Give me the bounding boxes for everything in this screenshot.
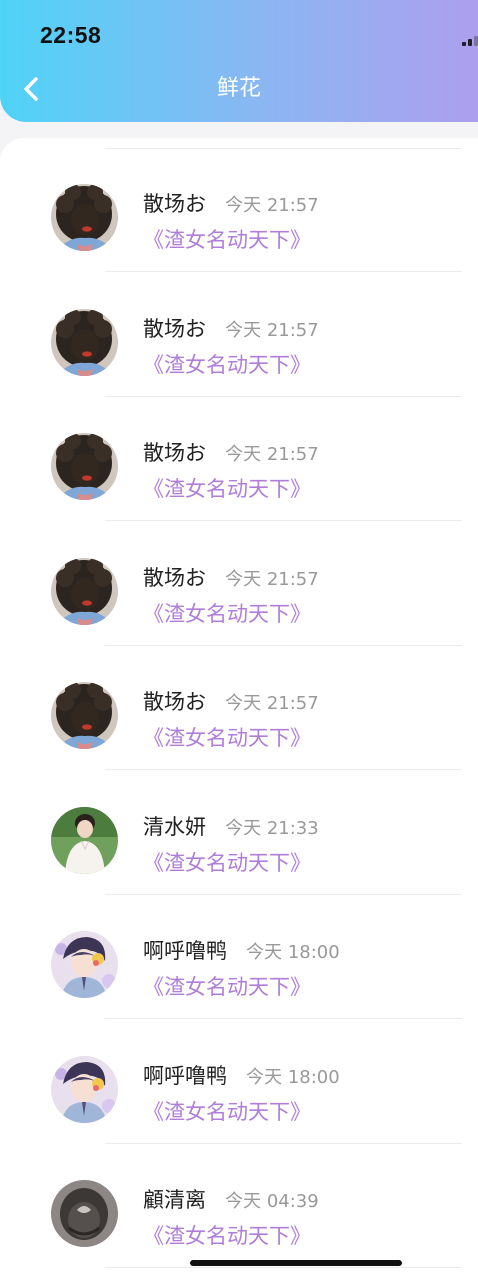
dark-curly-hair-avatar: [51, 184, 118, 251]
avatar[interactable]: [51, 308, 118, 376]
user-name[interactable]: 散场お: [143, 192, 206, 216]
header-bar: 22:58 鲜花: [0, 0, 478, 122]
dark-curly-hair-avatar: [51, 557, 118, 625]
hair-bow-avatar: [51, 1180, 118, 1247]
avatar[interactable]: [51, 433, 118, 500]
avatar[interactable]: [51, 682, 118, 749]
flower-list: 散场お 今天 21:57 《渣女名动天下》 散场お 今天 21:57 《渣女名动…: [0, 138, 478, 1280]
user-name[interactable]: 啊呼噜鸭: [143, 939, 227, 963]
avatar[interactable]: [51, 1180, 118, 1247]
list-item[interactable]: 散场お 今天 21:57 《渣女名动天下》: [0, 397, 478, 521]
page-title: 鲜花: [216, 76, 261, 101]
user-name[interactable]: 散场お: [143, 441, 206, 465]
list-item[interactable]: 散场お 今天 21:57 《渣女名动天下》: [0, 273, 478, 397]
timestamp: 今天 21:57: [225, 195, 319, 216]
user-name[interactable]: 清水妍: [143, 815, 206, 839]
divider: [105, 1267, 462, 1268]
list-item[interactable]: 散场お 今天 21:57 《渣女名动天下》: [0, 646, 478, 770]
work-title-link[interactable]: 《渣女名动天下》: [143, 1220, 311, 1250]
work-title-link[interactable]: 《渣女名动天下》: [143, 1096, 311, 1126]
user-name[interactable]: 啊呼噜鸭: [143, 1064, 227, 1088]
user-name[interactable]: 散场お: [143, 317, 206, 341]
user-name[interactable]: 散场お: [143, 690, 206, 714]
timestamp: 今天 21:57: [225, 444, 319, 465]
list-item[interactable]: 散场お 今天 21:57 《渣女名动天下》: [0, 522, 478, 646]
work-title-link[interactable]: 《渣女名动天下》: [143, 598, 311, 628]
work-title-link[interactable]: 《渣女名动天下》: [143, 847, 311, 877]
timestamp: 今天 04:39: [225, 1191, 319, 1212]
list-item[interactable]: 清水妍 今天 21:33 《渣女名动天下》: [0, 771, 478, 895]
work-title-link[interactable]: 《渣女名动天下》: [143, 349, 311, 379]
dark-curly-hair-avatar: [51, 308, 118, 376]
signal-icon: [462, 36, 478, 46]
user-name[interactable]: 散场お: [143, 566, 206, 590]
timestamp: 今天 18:00: [246, 1066, 340, 1088]
timestamp: 今天 18:00: [246, 942, 340, 963]
avatar[interactable]: [51, 806, 118, 874]
avatar[interactable]: [51, 557, 118, 625]
avatar[interactable]: [51, 931, 118, 998]
list-item[interactable]: 啊呼噜鸭 今天 18:00 《渣女名动天下》: [0, 1020, 478, 1144]
anime-boy-avatar: [51, 931, 118, 998]
user-name[interactable]: 顧清离: [143, 1188, 206, 1212]
anime-boy-avatar: [51, 1055, 118, 1123]
work-title-link[interactable]: 《渣女名动天下》: [143, 473, 311, 503]
timestamp: 今天 21:57: [225, 319, 319, 341]
list-item[interactable]: 散场お 今天 21:57 《渣女名动天下》: [0, 148, 478, 272]
timestamp: 今天 21:33: [225, 817, 319, 839]
status-bar-time: 22:58: [40, 22, 102, 48]
work-title-link[interactable]: 《渣女名动天下》: [143, 224, 311, 254]
home-indicator: [190, 1260, 402, 1266]
timestamp: 今天 21:57: [225, 693, 319, 714]
timestamp: 今天 21:57: [225, 568, 319, 590]
dark-curly-hair-avatar: [51, 682, 118, 749]
avatar[interactable]: [51, 184, 118, 251]
work-title-link[interactable]: 《渣女名动天下》: [143, 971, 311, 1001]
list-item[interactable]: 顧清离 今天 04:39 《渣女名动天下》: [0, 1144, 478, 1268]
list-item[interactable]: 啊呼噜鸭 今天 18:00 《渣女名动天下》: [0, 895, 478, 1019]
dark-curly-hair-avatar: [51, 433, 118, 500]
work-title-link[interactable]: 《渣女名动天下》: [143, 722, 311, 752]
avatar[interactable]: [51, 1055, 118, 1123]
man-white-shirt-avatar: [51, 806, 118, 874]
